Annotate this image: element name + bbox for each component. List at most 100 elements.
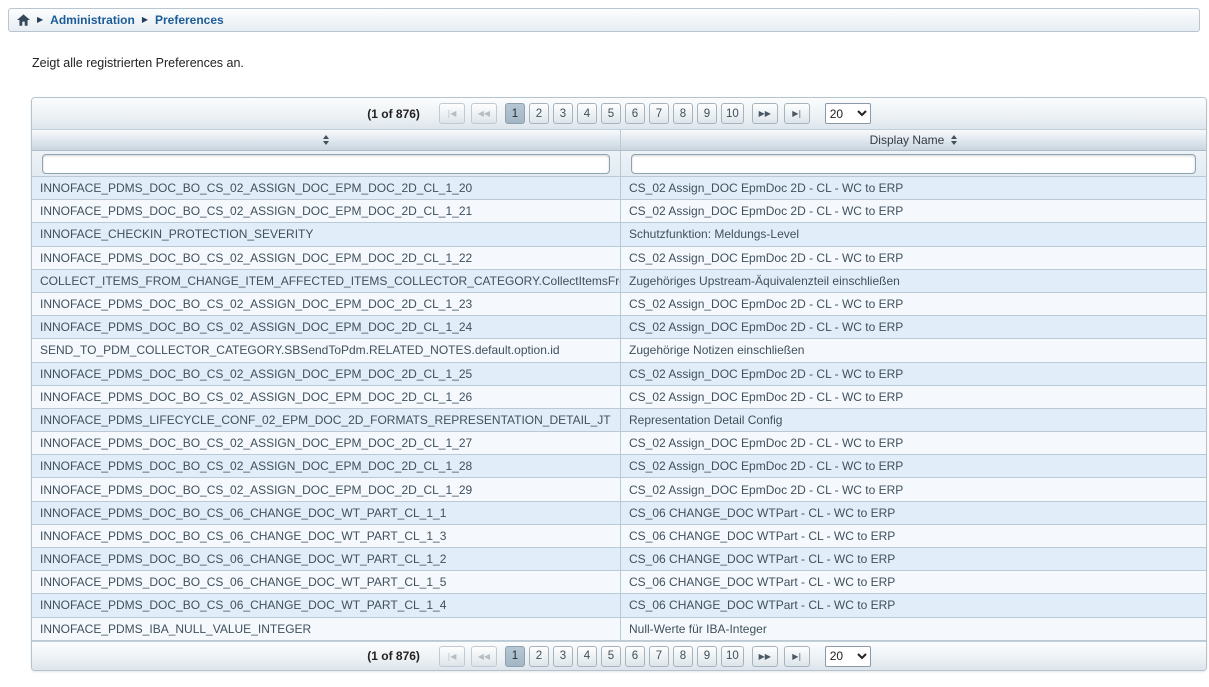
rows-per-page-select[interactable]: 20	[825, 103, 871, 124]
breadcrumb: ▶ Administration ▶ Preferences	[8, 8, 1200, 32]
table-row[interactable]: INNOFACE_PDMS_DOC_BO_CS_06_CHANGE_DOC_WT…	[32, 594, 1206, 617]
page-button-4[interactable]: 4	[577, 646, 597, 667]
page-button-6[interactable]: 6	[625, 103, 645, 124]
page-buttons: 12345678910	[505, 646, 744, 667]
filter-cell-name	[32, 151, 621, 176]
last-page-button[interactable]: ▶|	[784, 103, 810, 124]
cell-name: INNOFACE_PDMS_DOC_BO_CS_06_CHANGE_DOC_WT…	[32, 525, 621, 547]
filter-input-name[interactable]	[42, 154, 610, 174]
cell-display-name: CS_02 Assign_DOC EpmDoc 2D - CL - WC to …	[621, 200, 1206, 222]
first-page-button[interactable]: |◀	[439, 646, 465, 667]
next-page-button[interactable]: ▶▶	[752, 103, 778, 124]
cell-display-name: Zugehöriges Upstream-Äquivalenzteil eins…	[621, 270, 1206, 292]
page-button-1[interactable]: 1	[505, 103, 525, 124]
table-row[interactable]: SEND_TO_PDM_COLLECTOR_CATEGORY.SBSendToP…	[32, 339, 1206, 362]
cell-display-name: Null-Werte für IBA-Integer	[621, 618, 1206, 640]
cell-name: COLLECT_ITEMS_FROM_CHANGE_ITEM_AFFECTED_…	[32, 270, 621, 292]
cell-name: INNOFACE_PDMS_LIFECYCLE_CONF_02_EPM_DOC_…	[32, 409, 621, 431]
first-page-button[interactable]: |◀	[439, 103, 465, 124]
cell-name: INNOFACE_PDMS_DOC_BO_CS_02_ASSIGN_DOC_EP…	[32, 478, 621, 500]
table-body: INNOFACE_PDMS_DOC_BO_CS_02_ASSIGN_DOC_EP…	[32, 177, 1206, 641]
first-page-icon: |◀	[448, 109, 457, 118]
cell-display-name: CS_02 Assign_DOC EpmDoc 2D - CL - WC to …	[621, 293, 1206, 315]
cell-display-name: CS_02 Assign_DOC EpmDoc 2D - CL - WC to …	[621, 247, 1206, 269]
breadcrumb-link-preferences[interactable]: Preferences	[155, 13, 224, 27]
page-button-10[interactable]: 10	[721, 103, 744, 124]
cell-name: INNOFACE_PDMS_DOC_BO_CS_02_ASSIGN_DOC_EP…	[32, 200, 621, 222]
page-buttons: 12345678910	[505, 103, 744, 124]
home-icon[interactable]	[17, 14, 30, 26]
sort-icon	[323, 135, 329, 145]
cell-name: INNOFACE_PDMS_DOC_BO_CS_02_ASSIGN_DOC_EP…	[32, 363, 621, 385]
table-row[interactable]: INNOFACE_PDMS_DOC_BO_CS_02_ASSIGN_DOC_EP…	[32, 386, 1206, 409]
cell-name: INNOFACE_PDMS_DOC_BO_CS_02_ASSIGN_DOC_EP…	[32, 432, 621, 454]
page-button-7[interactable]: 7	[649, 646, 669, 667]
table-row[interactable]: INNOFACE_PDMS_DOC_BO_CS_02_ASSIGN_DOC_EP…	[32, 200, 1206, 223]
page-button-5[interactable]: 5	[601, 103, 621, 124]
last-page-icon: ▶|	[792, 652, 801, 661]
page-description: Zeigt alle registrierten Preferences an.	[32, 56, 1209, 70]
page-button-9[interactable]: 9	[697, 646, 717, 667]
cell-display-name: CS_06 CHANGE_DOC WTPart - CL - WC to ERP	[621, 571, 1206, 593]
page-button-1[interactable]: 1	[505, 646, 525, 667]
table-row[interactable]: INNOFACE_PDMS_DOC_BO_CS_06_CHANGE_DOC_WT…	[32, 571, 1206, 594]
cell-display-name: CS_02 Assign_DOC EpmDoc 2D - CL - WC to …	[621, 316, 1206, 338]
page-button-9[interactable]: 9	[697, 103, 717, 124]
last-page-icon: ▶|	[792, 109, 801, 118]
cell-name: INNOFACE_PDMS_DOC_BO_CS_02_ASSIGN_DOC_EP…	[32, 316, 621, 338]
breadcrumb-link-administration[interactable]: Administration	[50, 13, 135, 27]
page-button-2[interactable]: 2	[529, 103, 549, 124]
page-button-5[interactable]: 5	[601, 646, 621, 667]
cell-name: INNOFACE_PDMS_DOC_BO_CS_06_CHANGE_DOC_WT…	[32, 594, 621, 616]
table-row[interactable]: INNOFACE_PDMS_DOC_BO_CS_06_CHANGE_DOC_WT…	[32, 548, 1206, 571]
table-row[interactable]: INNOFACE_PDMS_IBA_NULL_VALUE_INTEGERNull…	[32, 618, 1206, 641]
cell-display-name: CS_06 CHANGE_DOC WTPart - CL - WC to ERP	[621, 525, 1206, 547]
table-row[interactable]: INNOFACE_PDMS_DOC_BO_CS_02_ASSIGN_DOC_EP…	[32, 455, 1206, 478]
table-row[interactable]: INNOFACE_PDMS_DOC_BO_CS_02_ASSIGN_DOC_EP…	[32, 432, 1206, 455]
table-row[interactable]: INNOFACE_PDMS_DOC_BO_CS_02_ASSIGN_DOC_EP…	[32, 478, 1206, 501]
next-page-button[interactable]: ▶▶	[752, 646, 778, 667]
rows-per-page-select[interactable]: 20	[825, 646, 871, 667]
last-page-button[interactable]: ▶|	[784, 646, 810, 667]
table-header-row: Display Name	[32, 130, 1206, 151]
column-header-display-name[interactable]: Display Name	[621, 130, 1206, 150]
column-header-name[interactable]	[32, 130, 621, 150]
cell-name: INNOFACE_PDMS_DOC_BO_CS_06_CHANGE_DOC_WT…	[32, 548, 621, 570]
filter-input-display-name[interactable]	[631, 154, 1196, 174]
table-row[interactable]: INNOFACE_PDMS_DOC_BO_CS_06_CHANGE_DOC_WT…	[32, 502, 1206, 525]
cell-name: INNOFACE_PDMS_IBA_NULL_VALUE_INTEGER	[32, 618, 621, 640]
cell-name: INNOFACE_PDMS_DOC_BO_CS_06_CHANGE_DOC_WT…	[32, 571, 621, 593]
cell-display-name: CS_06 CHANGE_DOC WTPart - CL - WC to ERP	[621, 548, 1206, 570]
chevron-right-icon: ▶	[37, 16, 43, 24]
table-row[interactable]: INNOFACE_PDMS_DOC_BO_CS_02_ASSIGN_DOC_EP…	[32, 316, 1206, 339]
table-row[interactable]: INNOFACE_PDMS_DOC_BO_CS_02_ASSIGN_DOC_EP…	[32, 247, 1206, 270]
table-row[interactable]: INNOFACE_CHECKIN_PROTECTION_SEVERITYSchu…	[32, 223, 1206, 246]
cell-display-name: CS_02 Assign_DOC EpmDoc 2D - CL - WC to …	[621, 386, 1206, 408]
cell-display-name: CS_02 Assign_DOC EpmDoc 2D - CL - WC to …	[621, 177, 1206, 199]
cell-name: INNOFACE_PDMS_DOC_BO_CS_02_ASSIGN_DOC_EP…	[32, 247, 621, 269]
cell-name: SEND_TO_PDM_COLLECTOR_CATEGORY.SBSendToP…	[32, 339, 621, 361]
prev-page-button[interactable]: ◀◀	[471, 103, 497, 124]
page-button-3[interactable]: 3	[553, 103, 573, 124]
page-button-2[interactable]: 2	[529, 646, 549, 667]
page-button-10[interactable]: 10	[721, 646, 744, 667]
cell-name: INNOFACE_PDMS_DOC_BO_CS_02_ASSIGN_DOC_EP…	[32, 293, 621, 315]
table-row[interactable]: INNOFACE_PDMS_LIFECYCLE_CONF_02_EPM_DOC_…	[32, 409, 1206, 432]
page-button-3[interactable]: 3	[553, 646, 573, 667]
prev-page-button[interactable]: ◀◀	[471, 646, 497, 667]
chevron-right-icon: ▶	[142, 16, 148, 24]
cell-name: INNOFACE_PDMS_DOC_BO_CS_02_ASSIGN_DOC_EP…	[32, 386, 621, 408]
next-page-icon: ▶▶	[759, 109, 771, 118]
cell-name: INNOFACE_PDMS_DOC_BO_CS_02_ASSIGN_DOC_EP…	[32, 177, 621, 199]
cell-display-name: Representation Detail Config	[621, 409, 1206, 431]
table-row[interactable]: INNOFACE_PDMS_DOC_BO_CS_06_CHANGE_DOC_WT…	[32, 525, 1206, 548]
table-row[interactable]: INNOFACE_PDMS_DOC_BO_CS_02_ASSIGN_DOC_EP…	[32, 177, 1206, 200]
table-row[interactable]: COLLECT_ITEMS_FROM_CHANGE_ITEM_AFFECTED_…	[32, 270, 1206, 293]
page-button-8[interactable]: 8	[673, 646, 693, 667]
page-button-6[interactable]: 6	[625, 646, 645, 667]
page-button-4[interactable]: 4	[577, 103, 597, 124]
table-row[interactable]: INNOFACE_PDMS_DOC_BO_CS_02_ASSIGN_DOC_EP…	[32, 363, 1206, 386]
page-button-7[interactable]: 7	[649, 103, 669, 124]
page-button-8[interactable]: 8	[673, 103, 693, 124]
table-row[interactable]: INNOFACE_PDMS_DOC_BO_CS_02_ASSIGN_DOC_EP…	[32, 293, 1206, 316]
